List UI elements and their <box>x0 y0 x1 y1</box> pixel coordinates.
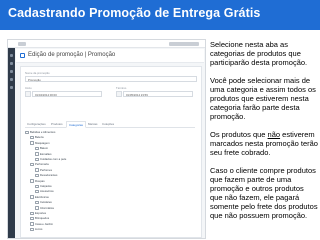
tab-configuracoes[interactable]: Configurações <box>25 121 48 128</box>
promotion-editor-screenshot: Edição de promoção | Promoção Nome da pr… <box>7 39 206 239</box>
nav-icon[interactable] <box>10 54 13 57</box>
promotion-tabs: Configurações Produtos Categorias Marcas… <box>25 121 195 128</box>
category-label: Batom <box>40 146 49 151</box>
app-top-bar <box>8 40 205 48</box>
category-label: Calçados <box>40 184 52 188</box>
category-checkbox[interactable] <box>30 162 34 167</box>
instruction-paragraph: Selecione nesta aba as categorias de pro… <box>210 40 308 67</box>
category-checkbox[interactable] <box>35 152 39 156</box>
category-label: Informática <box>40 205 54 210</box>
start-date-label: Início <box>25 86 32 90</box>
instructions-text: Selecione nesta aba as categorias de pro… <box>210 40 318 220</box>
category-checkbox[interactable] <box>25 130 29 134</box>
category-checkbox[interactable] <box>35 173 39 178</box>
end-date-value: 01/05/2014 23:59 <box>126 93 148 97</box>
category-checkbox[interactable] <box>30 216 34 221</box>
category-checkbox[interactable] <box>30 135 34 140</box>
promotion-icon <box>20 53 25 58</box>
promotion-name-value: Promoção <box>28 78 41 82</box>
nav-icon[interactable] <box>10 78 13 81</box>
category-label: Bebidas e Alimentos <box>30 130 56 134</box>
category-label: Beleza <box>35 135 44 140</box>
slide-title-bar: Cadastrando Promoção de Entrega Grátis <box>0 0 320 30</box>
category-label: Livros <box>35 227 43 232</box>
category-label: Acessórios <box>40 189 54 194</box>
end-date-label: Término <box>116 86 127 90</box>
promotion-name-input[interactable]: Promoção <box>25 76 197 82</box>
category-label: Desodorantes <box>40 173 58 178</box>
category-checkbox[interactable] <box>35 157 39 161</box>
promotion-form-panel: Nome da promoção Promoção Início 01/04/2… <box>20 66 202 238</box>
category-label: Maquiagem <box>35 140 50 145</box>
category-label: Roupas <box>35 178 45 183</box>
category-label: Casa e Jardim <box>35 221 54 226</box>
category-label: Perfumes <box>40 167 52 172</box>
nav-icon[interactable] <box>10 86 13 89</box>
category-checkbox[interactable] <box>30 179 34 183</box>
category-checkbox[interactable] <box>35 200 39 205</box>
nav-icon[interactable] <box>10 70 13 73</box>
tab-produtos[interactable]: Produtos <box>49 121 65 128</box>
page-header: Edição de promoção | Promoção <box>16 49 204 63</box>
page-title: Edição de promoção | Promoção <box>28 52 116 58</box>
category-checkbox[interactable] <box>35 206 39 210</box>
category-label: Esportes <box>35 211 47 215</box>
instruction-emphasis: não <box>267 130 281 139</box>
category-checkbox[interactable] <box>30 141 34 145</box>
instruction-text: Os produtos que <box>210 130 268 139</box>
app-sidebar <box>8 48 15 238</box>
category-checkbox[interactable] <box>35 146 39 151</box>
category-label: Celulares <box>40 200 52 205</box>
instruction-paragraph: Os produtos que não estiverem marcados n… <box>210 130 318 157</box>
category-label: Eletrônicos <box>35 194 49 199</box>
category-label: Esmaltes <box>40 151 52 156</box>
instruction-paragraph: Caso o cliente compre produtos que fazem… <box>210 166 318 220</box>
category-checkbox[interactable] <box>30 227 34 232</box>
category-checkbox[interactable] <box>30 222 34 226</box>
category-tree: Bebidas e Alimentos Beleza Maquiagem Batom E… <box>25 130 165 235</box>
category-checkbox[interactable] <box>30 195 34 199</box>
user-menu[interactable] <box>169 42 199 46</box>
slide-title: Cadastrando Promoção de Entrega Grátis <box>8 6 261 20</box>
name-label: Nome da promoção <box>25 71 50 75</box>
category-label: Brinquedos <box>35 216 50 221</box>
tab-marcas[interactable]: Marcas <box>86 121 99 128</box>
end-date-input[interactable]: 01/05/2014 23:59 <box>123 91 193 97</box>
nav-icon[interactable] <box>10 62 13 65</box>
category-checkbox[interactable] <box>35 184 39 188</box>
calendar-icon[interactable] <box>25 91 31 97</box>
category-label: Cuidados com a pele <box>40 157 67 161</box>
category-checkbox[interactable] <box>30 211 34 215</box>
instruction-paragraph: Você pode selecionar mais de uma categor… <box>210 76 316 121</box>
start-date-value: 01/04/2014 00:00 <box>35 93 57 97</box>
category-label: Perfumaria <box>35 162 49 167</box>
tab-colecoes[interactable]: Coleções <box>100 121 116 128</box>
category-checkbox[interactable] <box>35 168 39 172</box>
start-date-input[interactable]: 01/04/2014 00:00 <box>32 91 102 97</box>
calendar-icon[interactable] <box>116 91 122 97</box>
menu-icon[interactable] <box>18 42 26 46</box>
tab-categorias[interactable]: Categorias <box>66 121 86 128</box>
category-checkbox[interactable] <box>35 189 39 194</box>
